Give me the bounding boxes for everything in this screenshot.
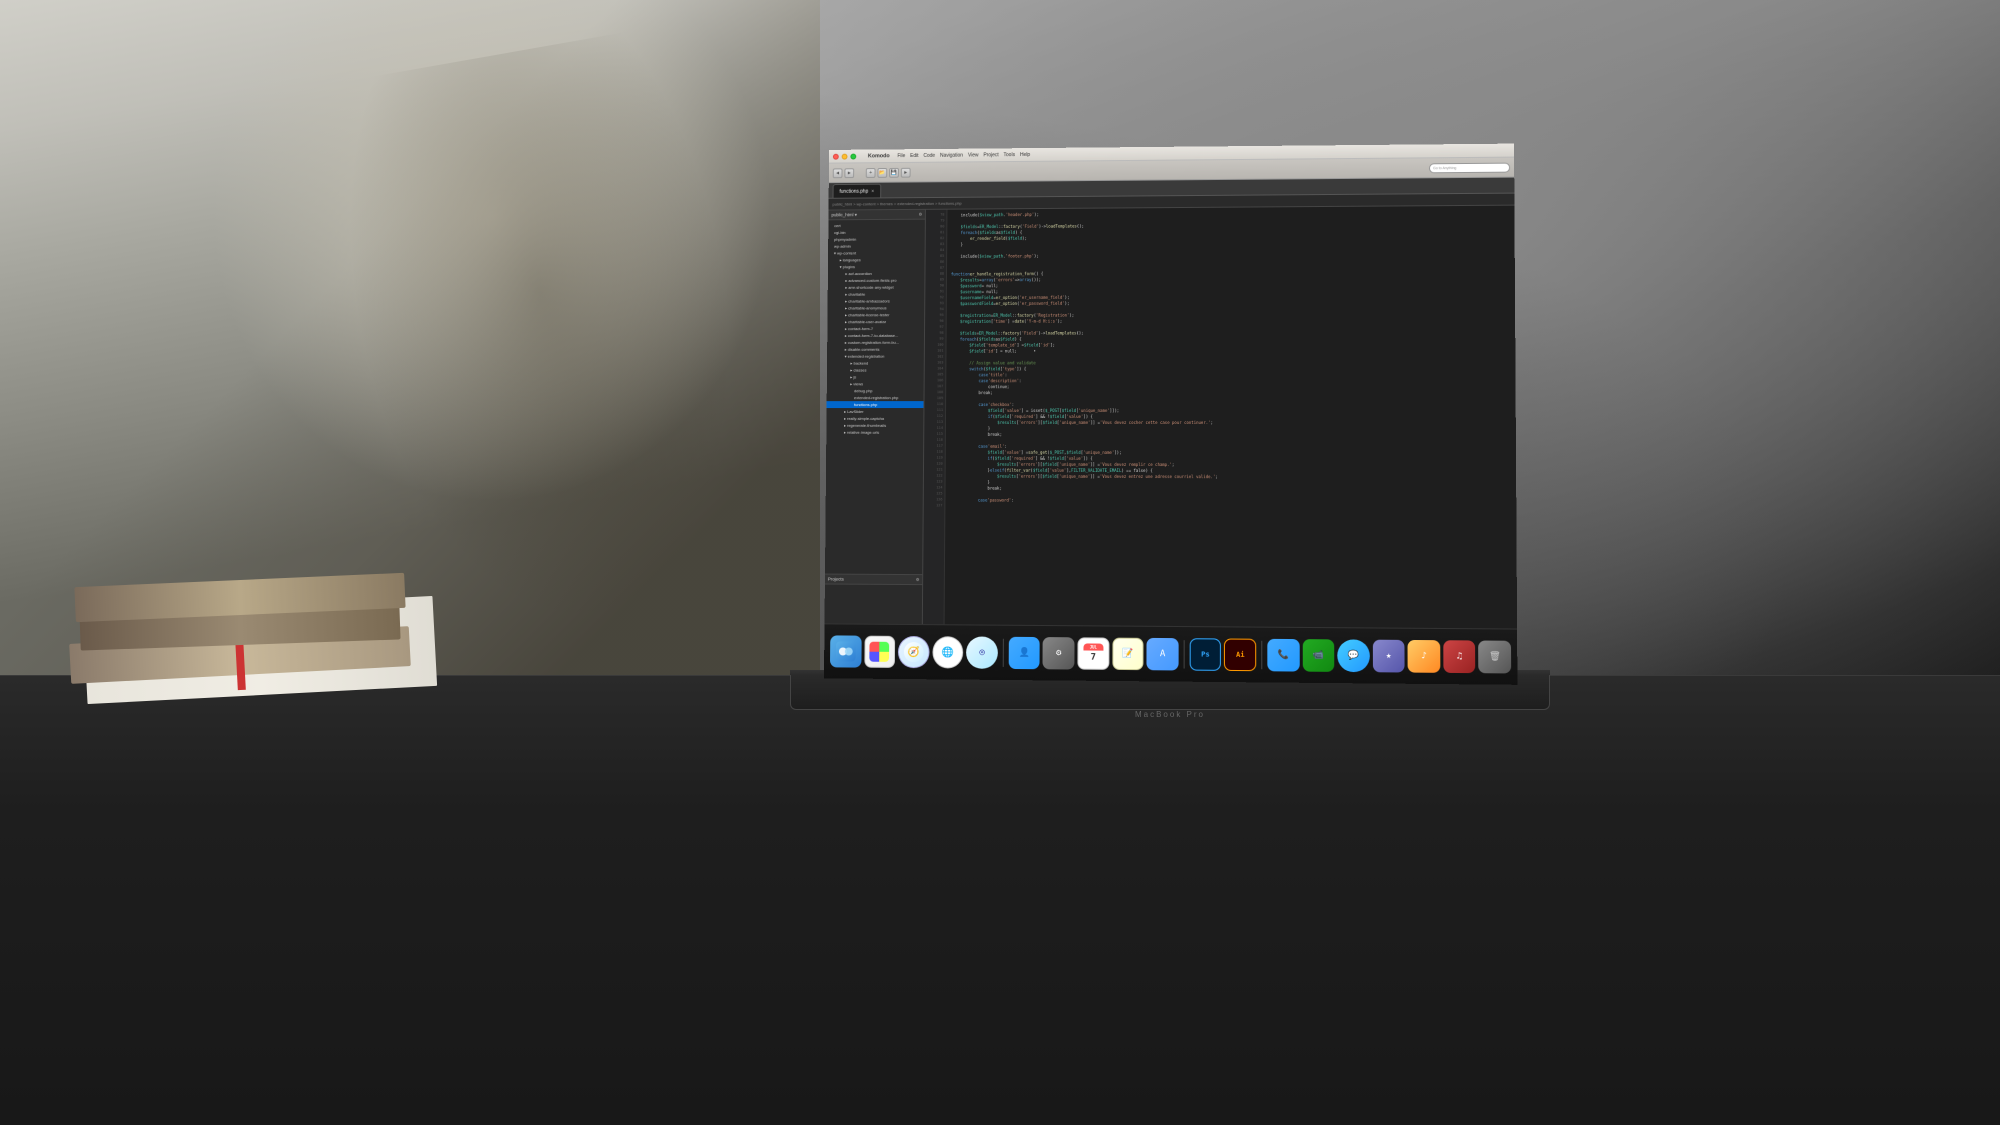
menu-view[interactable]: View <box>968 152 979 158</box>
dock-illustrator-icon[interactable]: Ai <box>1224 638 1256 671</box>
menu-navigation[interactable]: Navigation <box>940 152 963 158</box>
dock-photos-icon[interactable] <box>864 636 895 668</box>
dock-generic-icon[interactable]: ★ <box>1373 640 1405 673</box>
books-stack <box>70 555 430 755</box>
tab-close[interactable]: × <box>871 188 874 194</box>
dock-calendar-icon[interactable]: JUL 7 <box>1077 637 1109 670</box>
file-panel: public_html ▾ ⚙ cert cgi-bin phpmyadmin … <box>825 210 926 624</box>
tree-relative[interactable]: ▸ relative-image-urls <box>826 429 923 436</box>
dock-divider-1 <box>1003 639 1004 667</box>
menu-items: File Edit Code Navigation View Project T… <box>897 152 1030 159</box>
menu-file[interactable]: File <box>897 153 905 159</box>
line-numbers: 78 79 80 81 82 83 84 85 86 87 88 89 90 9… <box>923 210 948 625</box>
dock-safari-icon[interactable]: 🧭 <box>898 636 929 668</box>
toolbar-run[interactable]: ▶ <box>901 167 911 177</box>
tree-captcha[interactable]: ▸ really-simple-captcha <box>826 415 923 422</box>
dock-notes-icon[interactable]: 📝 <box>1112 638 1144 671</box>
dock-itunes-icon[interactable]: ♪ <box>1408 640 1440 673</box>
projects-header: Projects ⚙ <box>825 575 922 586</box>
file-tree: cert cgi-bin phpmyadmin wp-admin ▾ wp-co… <box>825 220 925 574</box>
panel-settings-icon[interactable]: ⚙ <box>919 211 922 217</box>
toolbar-forward[interactable]: ▶ <box>844 168 854 178</box>
tree-functions-php[interactable]: functions.php <box>827 401 924 408</box>
dock-contacts-icon[interactable]: 👤 <box>1009 637 1041 669</box>
search-bar[interactable]: Go to Anything <box>1429 162 1510 173</box>
ln-127: 127 <box>924 502 945 508</box>
menu-tools[interactable]: Tools <box>1004 152 1016 158</box>
dock-finder-icon[interactable] <box>830 635 861 667</box>
breadcrumb-path: public_html > wp-content > themes > exte… <box>832 201 961 207</box>
maximize-button[interactable] <box>850 153 856 159</box>
projects-panel: Projects ⚙ <box>825 574 923 625</box>
tree-lavslider[interactable]: ▸ LavSlider <box>827 408 924 415</box>
projects-title: Projects <box>828 577 844 582</box>
tree-regenerate[interactable]: ▸ regenerate-thumbnails <box>826 422 923 429</box>
dock-browser-icon[interactable]: ◎ <box>966 636 997 668</box>
dock-facetime-icon[interactable]: 📹 <box>1302 639 1334 672</box>
laptop-screen: Komodo File Edit Code Navigation View Pr… <box>824 144 1517 685</box>
menu-project[interactable]: Project <box>983 152 998 158</box>
main-area: public_html ▾ ⚙ cert cgi-bin phpmyadmin … <box>825 206 1518 629</box>
dock-facetimeaudio-icon[interactable]: 📞 <box>1267 639 1299 672</box>
search-placeholder: Go to Anything <box>1433 166 1456 170</box>
menu-edit[interactable]: Edit <box>910 153 918 159</box>
tab-functions-php[interactable]: functions.php × <box>833 184 881 198</box>
close-button[interactable] <box>833 153 839 159</box>
dock-chrome-icon[interactable]: 🌐 <box>932 636 963 668</box>
dock-trash-icon[interactable]: 🗑 <box>1479 640 1512 673</box>
traffic-lights <box>833 153 856 159</box>
menu-help[interactable]: Help <box>1020 152 1030 158</box>
dock-appstore-icon[interactable]: A <box>1147 638 1179 671</box>
dock-divider-2 <box>1183 640 1184 668</box>
dock-photoshop-icon[interactable]: Ps <box>1189 638 1221 671</box>
dock: 🧭 🌐 ◎ 👤 ⚙ JUL 7 <box>824 623 1517 684</box>
tree-ext-reg-php[interactable]: extended-registration.php <box>827 394 924 401</box>
projects-settings-icon[interactable]: ⚙ <box>916 577 919 583</box>
minimize-button[interactable] <box>842 153 848 159</box>
toolbar-open[interactable]: 📂 <box>877 168 887 178</box>
file-panel-header: public_html ▾ ⚙ <box>828 210 925 220</box>
book-ribbon <box>235 640 246 690</box>
dock-music-icon[interactable]: ♫ <box>1443 640 1476 673</box>
panel-title: public_html ▾ <box>831 212 857 218</box>
toolbar-back[interactable]: ◀ <box>833 168 843 178</box>
komodo-ide: Komodo File Edit Code Navigation View Pr… <box>824 144 1517 685</box>
toolbar-new[interactable]: + <box>866 168 876 178</box>
tab-label: functions.php <box>839 188 868 194</box>
dock-system-icon[interactable]: ⚙ <box>1043 637 1075 669</box>
dock-messages-icon[interactable]: 💬 <box>1337 639 1369 672</box>
app-name: Komodo <box>868 153 890 159</box>
code-content[interactable]: include($view_path . 'header.php'); $fie… <box>945 206 1518 629</box>
menu-code[interactable]: Code <box>923 152 935 158</box>
code-editor: 78 79 80 81 82 83 84 85 86 87 88 89 90 9… <box>923 206 1517 629</box>
laptop-brand: MacBook Pro <box>790 710 1550 719</box>
toolbar-save[interactable]: 💾 <box>889 167 899 177</box>
code-line-126: case 'password': <box>949 496 1512 504</box>
dock-divider-3 <box>1261 641 1262 669</box>
